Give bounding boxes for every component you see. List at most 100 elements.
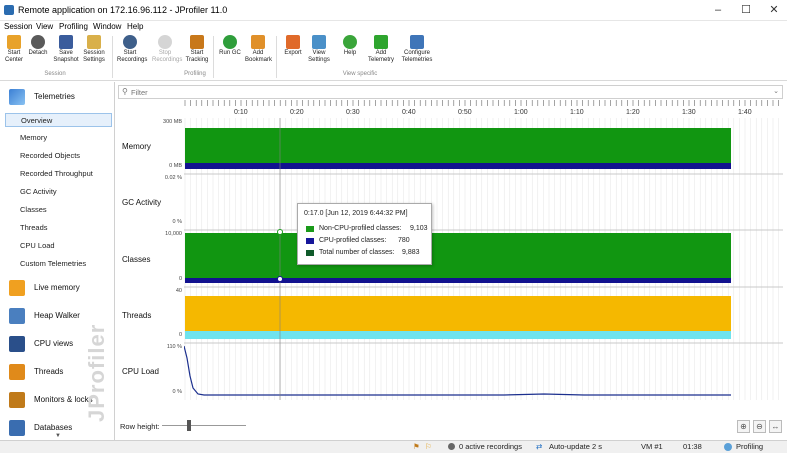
elapsed-time: 01:38 <box>683 442 702 451</box>
status-bar: ⚑ ⚐ 0 active recordings ⇄ Auto-update 2 … <box>0 440 787 453</box>
menu-session[interactable]: Session <box>4 21 32 33</box>
session-settings-icon <box>87 35 101 49</box>
y-min-label: 0 % <box>172 219 182 225</box>
add-telemetry-icon <box>374 35 388 49</box>
time-axis: 0:10 0:20 0:30 0:40 0:50 1:00 1:10 1:20 … <box>184 100 779 116</box>
start-center-icon <box>7 35 21 49</box>
filter-input[interactable] <box>131 87 751 98</box>
toolbar-separator <box>213 36 214 78</box>
filter-bar[interactable]: ⚲ ⌄ <box>118 85 783 99</box>
y-max-label: 110 % <box>166 344 182 350</box>
save-snapshot-button[interactable]: Save Snapshot <box>53 35 79 64</box>
lane-label-cpu-load: CPU Load <box>122 367 159 376</box>
sidebar-item-overview[interactable]: Overview <box>5 113 112 127</box>
add-bookmark-button[interactable]: Add Bookmark <box>245 35 272 64</box>
session-settings-button[interactable]: Session Settings <box>81 35 107 64</box>
legend-swatch-icon <box>306 226 314 232</box>
time-tick-label: 0:50 <box>458 109 472 116</box>
title-bar: Remote application on 172.16.96.112 - JP… <box>0 0 787 21</box>
start-tracking-button[interactable]: Start Tracking <box>184 35 210 64</box>
sidebar-section-live-memory[interactable]: Live memory <box>4 276 112 300</box>
lane-label-memory: Memory <box>122 142 151 151</box>
y-max-label: 40 <box>175 288 182 294</box>
row-height-label: Row height: <box>120 422 160 431</box>
add-telemetry-button[interactable]: Add Telemetry <box>368 35 394 64</box>
telemetries-icon <box>9 89 25 105</box>
tooltip-header: 0:17.0 [Jun 12, 2019 6:44:32 PM] <box>304 210 408 217</box>
vm-status: VM #1 <box>641 442 663 451</box>
profiling-icon <box>724 443 732 451</box>
sidebar-item-recorded-throughput[interactable]: Recorded Throughput <box>5 167 112 181</box>
toolbar-separator <box>276 36 277 78</box>
detach-button[interactable]: Detach <box>25 35 51 57</box>
menu-view[interactable]: View <box>36 21 53 33</box>
maximize-button[interactable]: ☐ <box>738 3 754 17</box>
tooltip-row: Non-CPU-profiled classes: 9,103 <box>306 225 428 235</box>
zoom-out-button[interactable]: ⊖ <box>753 420 766 433</box>
bookmark-flag-icon[interactable]: ⚑ <box>413 441 420 453</box>
export-button[interactable]: Export <box>280 35 306 57</box>
sidebar-item-memory[interactable]: Memory <box>5 131 112 145</box>
memory-used-area <box>185 128 731 164</box>
configure-telemetries-button[interactable]: Configure Telemetries <box>400 35 434 64</box>
configure-telemetries-icon <box>410 35 424 49</box>
sidebar-item-recorded-objects[interactable]: Recorded Objects <box>5 149 112 163</box>
zoom-in-button[interactable]: ⊕ <box>737 420 750 433</box>
help-button[interactable]: Help <box>337 35 363 57</box>
cursor-marker-top <box>277 229 283 235</box>
sidebar-item-custom-telemetries[interactable]: Custom Telemetries <box>5 257 112 271</box>
y-max-label: 0.02 % <box>164 175 182 181</box>
y-min-label: 0 <box>178 332 182 338</box>
row-height-slider-handle[interactable] <box>187 420 191 431</box>
time-tick-label: 1:00 <box>514 109 528 116</box>
legend-swatch-icon <box>306 238 314 244</box>
threads-orange-area <box>185 296 731 332</box>
group-label-session: Session <box>44 71 66 77</box>
run-gc-button[interactable]: Run GC <box>217 35 243 57</box>
start-recordings-icon <box>123 35 137 49</box>
sidebar-section-telemetries[interactable]: Telemetries <box>4 85 112 109</box>
telemetry-lanes[interactable] <box>184 118 783 400</box>
toolbar-separator <box>112 36 113 78</box>
sidebar-item-classes[interactable]: Classes <box>5 203 112 217</box>
start-center-button[interactable]: Start Center <box>1 35 27 64</box>
heap-walker-icon <box>9 308 25 324</box>
detach-icon <box>31 35 45 49</box>
sidebar-item-threads[interactable]: Threads <box>5 221 112 235</box>
active-recordings-status: 0 active recordings <box>459 442 522 451</box>
stop-recordings-button[interactable]: Stop Recordings <box>152 35 182 64</box>
start-recordings-button[interactable]: Start Recordings <box>117 35 147 64</box>
menu-window[interactable]: Window <box>93 21 121 33</box>
lane-label-threads: Threads <box>122 311 152 320</box>
y-max-label: 10,000 <box>165 231 182 237</box>
toolbar: Start Center Detach Save Snapshot Sessio… <box>0 33 787 81</box>
bookmark-icon <box>251 35 265 49</box>
fit-width-button[interactable]: ↔ <box>769 420 782 433</box>
cpu-views-icon <box>9 336 25 352</box>
minimize-button[interactable]: – <box>710 3 726 17</box>
run-gc-icon <box>223 35 237 49</box>
cpu-load-line <box>184 345 731 396</box>
sidebar-item-gc-activity[interactable]: GC Activity <box>5 185 112 199</box>
autoupdate-icon: ⇄ <box>536 442 543 451</box>
flag-icon[interactable]: ⚐ <box>425 441 432 453</box>
sidebar: Telemetries Overview Memory Recorded Obj… <box>0 82 115 440</box>
autoupdate-status[interactable]: Auto-update 2 s <box>549 441 602 453</box>
menu-profiling[interactable]: Profiling <box>59 21 88 33</box>
close-button[interactable]: ✕ <box>766 3 782 17</box>
scroll-down-arrow-icon[interactable]: ▼ <box>55 433 61 439</box>
threads-cyan-area <box>185 331 731 339</box>
menu-help[interactable]: Help <box>127 21 143 33</box>
databases-icon <box>9 420 25 436</box>
view-settings-icon <box>312 35 326 49</box>
chevron-down-icon[interactable]: ⌄ <box>773 87 779 95</box>
start-tracking-icon <box>190 35 204 49</box>
classes-tooltip: 0:17.0 [Jun 12, 2019 6:44:32 PM] Non-CPU… <box>297 203 432 265</box>
group-label-profiling: Profiling <box>184 71 206 77</box>
view-settings-button[interactable]: View Settings <box>306 35 332 64</box>
time-tick-label: 1:40 <box>738 109 752 116</box>
sidebar-item-cpu-load[interactable]: CPU Load <box>5 239 112 253</box>
recording-indicator-icon <box>448 443 455 450</box>
lane-label-gc-activity: GC Activity <box>122 198 162 207</box>
row-height-slider-track[interactable] <box>162 425 246 426</box>
